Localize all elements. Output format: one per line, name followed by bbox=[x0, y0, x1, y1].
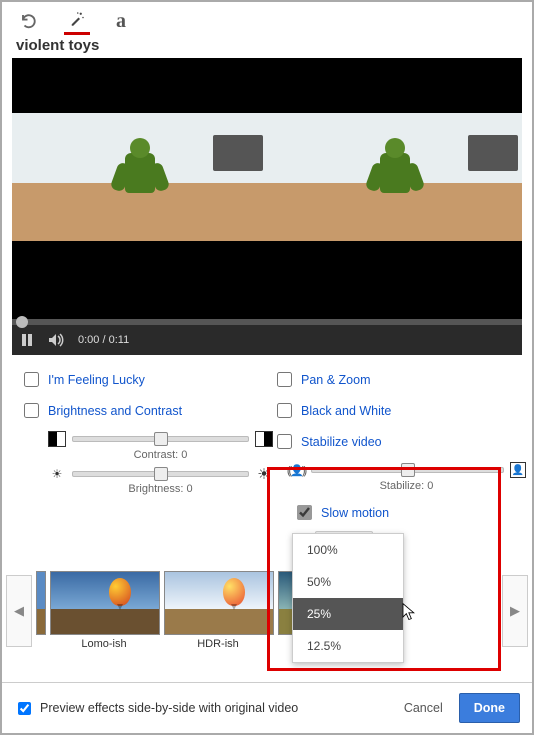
duration: 0:11 bbox=[109, 334, 130, 346]
wand-icon bbox=[68, 10, 86, 28]
filter-edge-left[interactable] bbox=[36, 571, 44, 650]
stabilize-label: Stabilize video bbox=[301, 435, 382, 449]
stabilize-value: 0 bbox=[427, 480, 433, 492]
speed-dropdown-menu: 100% 50% 25% 12.5% bbox=[292, 533, 404, 663]
preview-side-by-side-label: Preview effects side-by-side with origin… bbox=[40, 701, 298, 715]
cancel-button[interactable]: Cancel bbox=[394, 694, 453, 722]
brightness-caption: Brightness: bbox=[128, 483, 183, 495]
seek-thumb[interactable] bbox=[16, 316, 28, 328]
stabilize-slider[interactable] bbox=[311, 467, 504, 473]
contrast-slider[interactable] bbox=[72, 436, 249, 442]
video-title: violent toys bbox=[2, 35, 532, 58]
video-preview bbox=[12, 58, 522, 325]
preview-side-by-side-checkbox[interactable] bbox=[18, 702, 31, 715]
undo-icon bbox=[20, 12, 38, 30]
stabilize-min-icon: ((👤)) bbox=[287, 463, 305, 477]
seek-bar[interactable] bbox=[12, 319, 522, 325]
brightness-slider[interactable] bbox=[72, 471, 249, 477]
enhancements-tab[interactable] bbox=[64, 6, 90, 35]
current-time: 0:00 bbox=[78, 334, 99, 346]
filter-label: HDR-ish bbox=[164, 638, 272, 650]
slow-motion-option[interactable]: Slow motion bbox=[293, 502, 526, 523]
preview-original bbox=[12, 113, 267, 241]
pause-icon bbox=[20, 333, 34, 347]
time-display: 0:00 / 0:11 bbox=[78, 334, 129, 346]
speed-option-12-5[interactable]: 12.5% bbox=[293, 630, 403, 662]
feeling-lucky-option[interactable]: I'm Feeling Lucky bbox=[20, 369, 273, 390]
text-tab[interactable]: a bbox=[112, 7, 130, 35]
undo-tab[interactable] bbox=[16, 8, 42, 34]
pan-zoom-checkbox[interactable] bbox=[277, 372, 292, 387]
cursor-icon bbox=[399, 602, 417, 622]
contrast-caption: Contrast: bbox=[134, 449, 179, 461]
brightness-max-icon: ☀ bbox=[255, 467, 273, 481]
speed-option-50[interactable]: 50% bbox=[293, 566, 403, 598]
preview-effect bbox=[267, 113, 522, 241]
contrast-value: 0 bbox=[181, 449, 187, 461]
pan-zoom-option[interactable]: Pan & Zoom bbox=[273, 369, 526, 390]
carousel-prev[interactable]: ◀ bbox=[6, 575, 32, 647]
feeling-lucky-checkbox[interactable] bbox=[24, 372, 39, 387]
stabilize-checkbox[interactable] bbox=[277, 434, 292, 449]
stabilize-caption: Stabilize: bbox=[380, 480, 425, 492]
brightness-contrast-option[interactable]: Brightness and Contrast bbox=[20, 400, 273, 421]
volume-button[interactable] bbox=[42, 325, 72, 355]
pause-button[interactable] bbox=[12, 325, 42, 355]
brightness-contrast-checkbox[interactable] bbox=[24, 403, 39, 418]
black-white-label: Black and White bbox=[301, 404, 391, 418]
filter-label: Lomo-ish bbox=[50, 638, 158, 650]
speed-option-25[interactable]: 25% bbox=[293, 598, 403, 630]
filter-hdr-ish[interactable]: HDR-ish bbox=[164, 571, 272, 650]
slow-motion-checkbox[interactable] bbox=[297, 505, 312, 520]
carousel-next[interactable]: ▶ bbox=[502, 575, 528, 647]
slow-motion-label: Slow motion bbox=[321, 506, 389, 520]
filter-lomo-ish[interactable]: Lomo-ish bbox=[50, 571, 158, 650]
black-white-option[interactable]: Black and White bbox=[273, 400, 526, 421]
brightness-min-icon: ☀ bbox=[48, 467, 66, 481]
done-button[interactable]: Done bbox=[459, 693, 520, 723]
brightness-value: 0 bbox=[186, 483, 192, 495]
preview-side-by-side-option[interactable]: Preview effects side-by-side with origin… bbox=[14, 699, 298, 718]
speed-option-100[interactable]: 100% bbox=[293, 534, 403, 566]
feeling-lucky-label: I'm Feeling Lucky bbox=[48, 373, 145, 387]
contrast-max-icon bbox=[255, 431, 273, 447]
stabilize-option[interactable]: Stabilize video bbox=[273, 431, 526, 452]
brightness-contrast-label: Brightness and Contrast bbox=[48, 404, 182, 418]
pan-zoom-label: Pan & Zoom bbox=[301, 373, 370, 387]
contrast-min-icon bbox=[48, 431, 66, 447]
stabilize-max-icon: 👤 bbox=[510, 462, 526, 478]
speed-option-25-label: 25% bbox=[307, 607, 331, 621]
volume-icon bbox=[48, 333, 66, 347]
black-white-checkbox[interactable] bbox=[277, 403, 292, 418]
